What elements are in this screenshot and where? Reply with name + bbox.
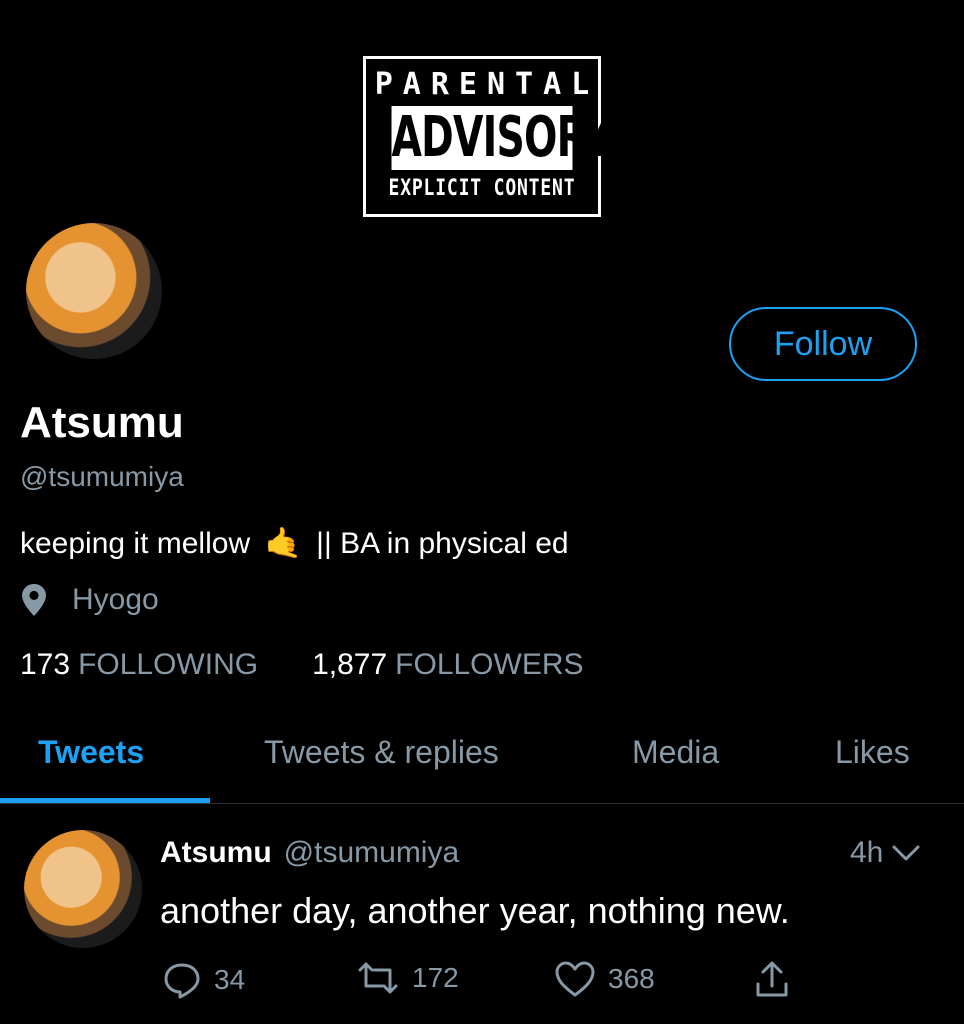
active-tab-indicator: [0, 798, 210, 803]
bio-text-start: keeping it mellow: [20, 527, 251, 560]
chevron-down-icon[interactable]: [891, 843, 921, 863]
retweet-count: 172: [412, 962, 459, 993]
tweet-author-avatar[interactable]: [24, 830, 142, 948]
profile-handle: @tsumumiya: [20, 461, 184, 492]
profile-display-name: Atsumu: [20, 398, 184, 447]
following-count: 173: [20, 648, 71, 681]
banner-line-3: EXPLICIT CONTENT: [388, 176, 576, 201]
banner-line-1: PARENTAL: [374, 67, 600, 102]
tab-media[interactable]: Media: [632, 734, 719, 771]
banner-line-2: ADVISORY: [391, 105, 612, 170]
tab-tweets-and-replies[interactable]: Tweets & replies: [264, 734, 499, 771]
reply-count: 34: [214, 964, 246, 995]
retweet-icon: [358, 962, 398, 994]
location-pin-icon: [22, 584, 46, 616]
share-button[interactable]: [754, 960, 802, 998]
parental-advisory-banner: PARENTAL ADVISORY EXPLICIT CONTENT: [363, 56, 612, 217]
tab-likes[interactable]: Likes: [835, 734, 910, 771]
call-me-hand-icon: 🤙: [264, 527, 302, 560]
tweet-author-handle: @tsumumiya: [283, 836, 460, 869]
profile-stats: 173 FOLLOWING 1,877 FOLLOWERS: [20, 648, 638, 682]
followers-count: 1,877: [312, 648, 388, 681]
profile-bio: keeping it mellow 🤙 || BA in physical ed: [20, 526, 569, 561]
bio-text-end: || BA in physical ed: [316, 527, 569, 560]
reply-button[interactable]: 34: [162, 960, 245, 1000]
following-stat[interactable]: 173 FOLLOWING: [20, 648, 258, 682]
profile-tabs: Tweets Tweets & replies Media Likes: [0, 724, 964, 804]
profile-avatar[interactable]: [24, 221, 164, 361]
tweet-header: Atsumu @tsumumiya: [160, 836, 459, 870]
followers-stat[interactable]: 1,877 FOLLOWERS: [312, 648, 583, 682]
heart-icon: [555, 961, 595, 997]
following-label: FOLLOWING: [78, 648, 259, 681]
share-icon: [756, 961, 788, 997]
reply-icon: [164, 963, 200, 999]
profile-location: Hyogo: [20, 583, 159, 617]
retweet-button[interactable]: 172: [356, 960, 459, 996]
followers-label: FOLLOWERS: [395, 648, 584, 681]
tweet-time-text: 4h: [850, 836, 884, 869]
like-button[interactable]: 368: [554, 960, 655, 998]
tweet-text: another day, another year, nothing new.: [160, 890, 790, 931]
tweet-author-name[interactable]: Atsumu: [160, 836, 272, 870]
tweet-timestamp: 4h: [850, 836, 921, 870]
like-count: 368: [608, 963, 655, 994]
location-text: Hyogo: [72, 583, 159, 616]
tab-tweets[interactable]: Tweets: [38, 734, 144, 771]
follow-button[interactable]: Follow: [729, 307, 917, 381]
